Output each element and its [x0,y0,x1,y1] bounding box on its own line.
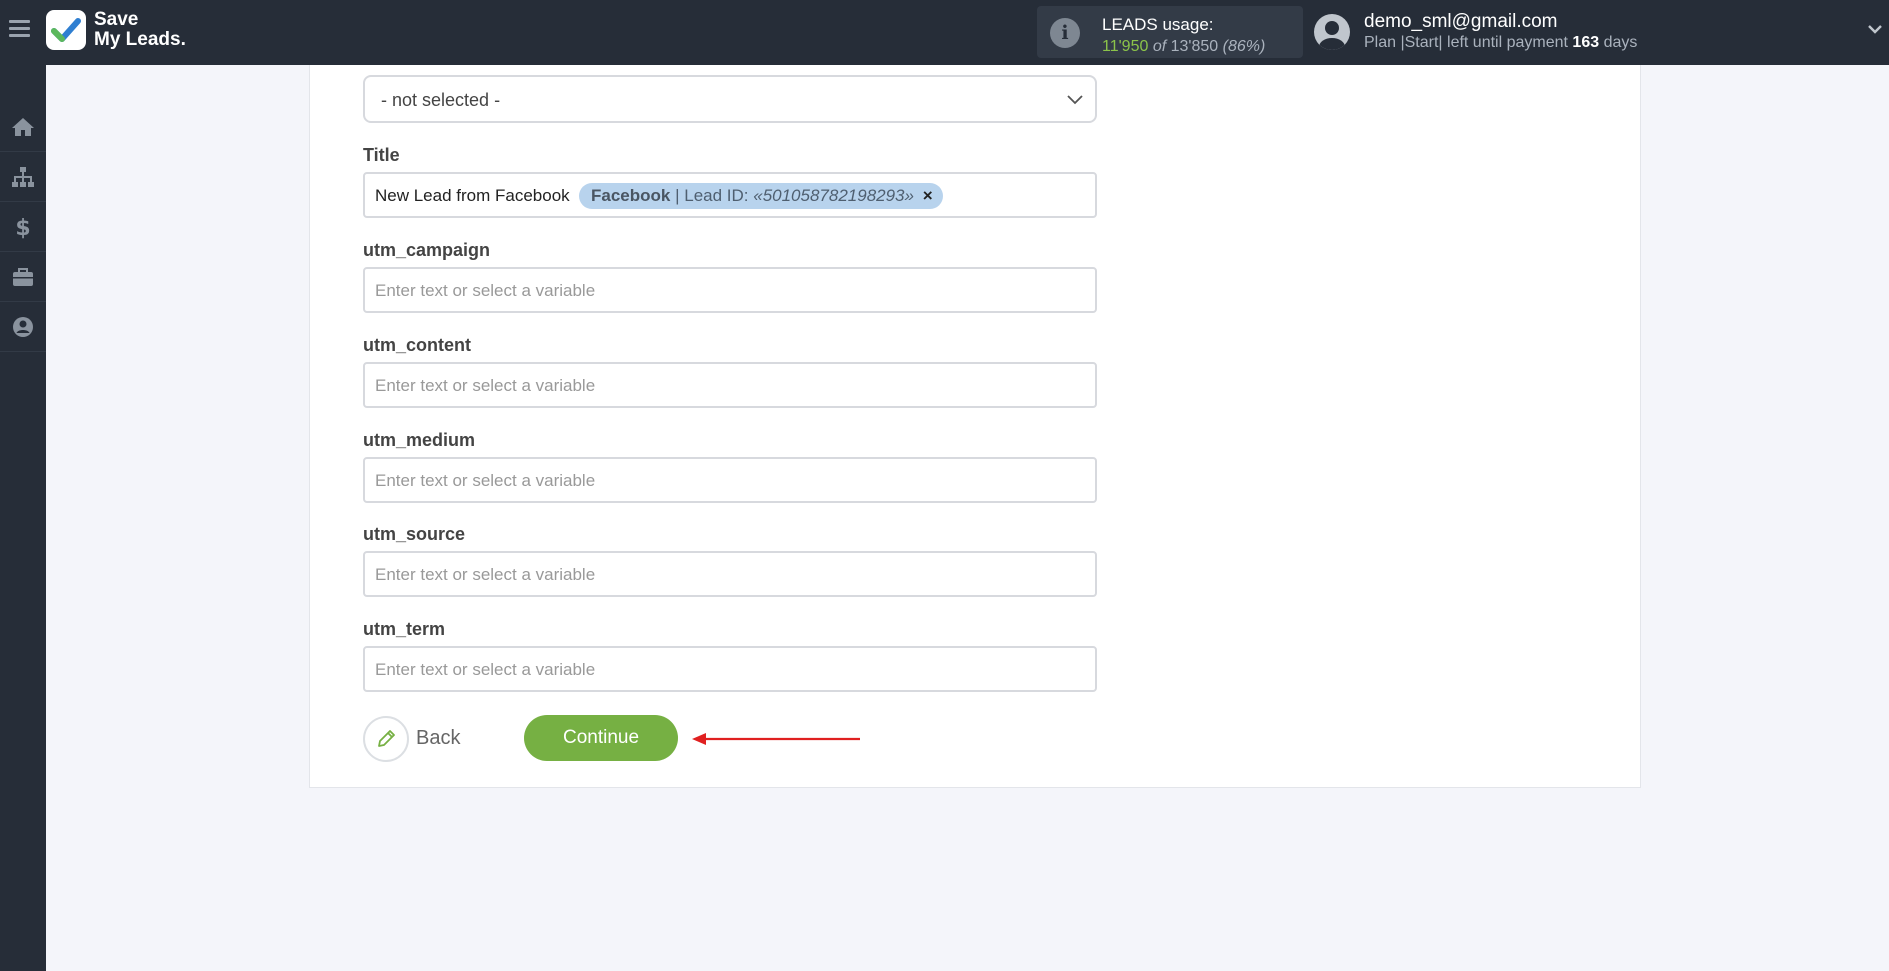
utm-content-input[interactable]: Enter text or select a variable [363,362,1097,408]
logo-text: Save My Leads. [94,10,186,50]
menu-icon[interactable] [9,20,30,44]
pencil-icon [378,730,395,747]
utm-medium-placeholder: Enter text or select a variable [375,471,596,490]
logo-line1: Save [94,9,139,30]
utm-campaign-input[interactable]: Enter text or select a variable [363,267,1097,313]
chip-field: | Lead ID: [675,186,749,205]
dollar-icon: $ [15,216,30,239]
utm-source-input[interactable]: Enter text or select a variable [363,551,1097,597]
top-bar: Save My Leads. i LEADS usage: 11'950 of … [0,0,1889,65]
utm-term-input[interactable]: Enter text or select a variable [363,646,1097,692]
sidebar-item-account[interactable] [0,302,46,352]
sidebar: $ [0,65,46,971]
logo[interactable]: Save My Leads. [46,10,186,50]
plan-info: Plan |Start| left until payment 163 days [1364,34,1637,52]
plan-days-suffix: days [1603,34,1638,51]
sidebar-item-connections[interactable] [0,152,46,202]
utm-campaign-placeholder: Enter text or select a variable [375,281,596,300]
chip-value: «501058782198293» [753,186,914,205]
logo-line2: My Leads. [94,29,186,50]
sidebar-item-tools[interactable] [0,252,46,302]
svg-text:$: $ [15,216,30,239]
utm-medium-input[interactable]: Enter text or select a variable [363,457,1097,503]
sitemap-icon [12,166,34,187]
sidebar-item-billing[interactable]: $ [0,202,46,252]
user-circle-icon [13,316,33,337]
title-text: New Lead from Facebook [375,186,570,205]
utm-source-placeholder: Enter text or select a variable [375,565,596,584]
home-icon [12,117,34,136]
usage-total: 13'850 [1170,38,1219,55]
chevron-down-icon [1067,95,1083,105]
utm-content-label: utm_content [363,335,471,355]
chip-source: Facebook [591,186,671,205]
chevron-down-icon[interactable] [1868,22,1882,36]
sidebar-item-home[interactable] [0,102,46,152]
briefcase-icon [13,267,33,286]
plan-days: 163 [1572,34,1600,51]
usage-percent: (86%) [1222,38,1266,55]
usage-count: 11'950 of 13'850 (86%) [1102,38,1265,56]
usage-used: 11'950 [1102,38,1149,55]
back-label[interactable]: Back [416,727,460,750]
info-icon[interactable]: i [1050,18,1080,48]
utm-source-label: utm_source [363,524,466,544]
usage-of: of [1152,38,1167,55]
title-input[interactable]: New Lead from Facebook Facebook | Lead I… [363,172,1097,218]
select-value: - not selected - [381,90,501,110]
user-email[interactable]: demo_sml@gmail.com [1364,11,1558,33]
utm-term-label: utm_term [363,619,446,639]
user-avatar-icon[interactable] [1314,14,1350,50]
usage-label: LEADS usage: [1102,15,1214,34]
title-label: Title [363,145,400,165]
utm-content-placeholder: Enter text or select a variable [375,376,596,395]
utm-term-placeholder: Enter text or select a variable [375,660,596,679]
utm-medium-label: utm_medium [363,430,476,450]
chip-remove-icon[interactable]: × [923,186,933,205]
utm-campaign-label: utm_campaign [363,240,491,260]
logo-check-icon [46,10,86,50]
leads-usage-panel: i LEADS usage: 11'950 of 13'850 (86%) [1037,6,1303,58]
field-select-dropdown[interactable]: - not selected - [363,75,1097,123]
variable-chip[interactable]: Facebook | Lead ID: «501058782198293» × [579,183,943,209]
continue-button[interactable]: Continue [524,715,678,761]
back-button[interactable] [363,716,409,762]
red-arrow-annotation [692,733,860,745]
plan-text: Plan |Start| left until payment [1364,34,1568,51]
